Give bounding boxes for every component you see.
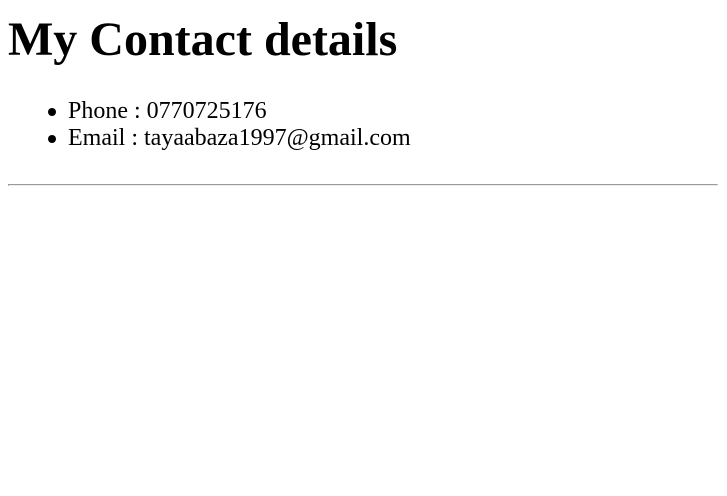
phone-value: 0770725176 <box>146 98 267 124</box>
horizontal-divider <box>8 184 718 186</box>
page-title: My Contact details <box>8 13 398 66</box>
list-item-phone: Phone : 0770725176 <box>48 98 411 125</box>
contact-page: My Contact details Phone : 0770725176 Em… <box>0 0 727 496</box>
email-separator: : <box>125 125 144 151</box>
phone-label: Phone <box>68 98 128 124</box>
bullet-icon <box>48 135 56 143</box>
email-value: tayaabaza1997@gmail.com <box>144 125 411 151</box>
phone-separator: : <box>128 98 147 124</box>
email-label: Email <box>68 125 126 151</box>
bullet-icon <box>48 108 56 116</box>
list-item-email: Email : tayaabaza1997@gmail.com <box>48 125 411 152</box>
contact-list: Phone : 0770725176 Email : tayaabaza1997… <box>48 98 411 152</box>
